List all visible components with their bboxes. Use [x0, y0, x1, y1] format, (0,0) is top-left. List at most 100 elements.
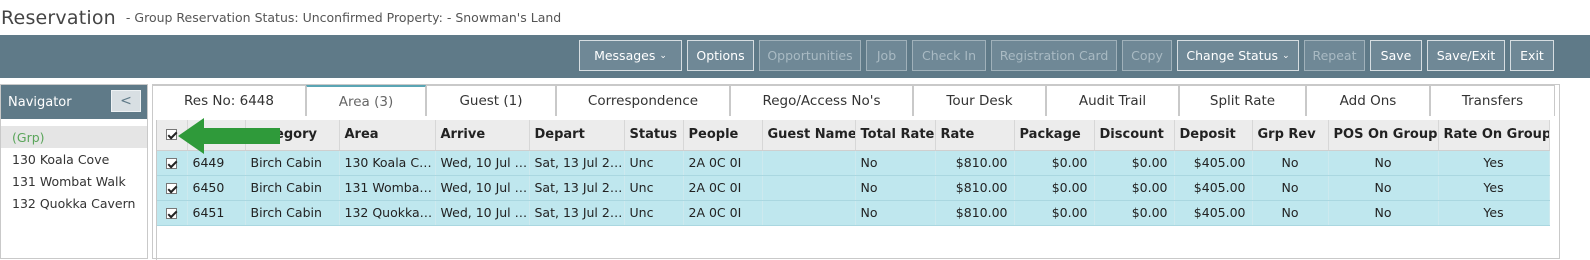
cell-deposit: $405.00 — [1174, 150, 1253, 176]
navigator-panel: Navigator < (Grp) 130 Koala Cove 131 Wom… — [0, 84, 148, 259]
navigator-item-131[interactable]: 131 Wombat Walk — [1, 170, 147, 192]
cell-arrive: Wed, 10 Jul 2019 — [435, 175, 530, 201]
cell-total-rate: No — [855, 200, 936, 226]
tab-transfers[interactable]: Transfers — [1430, 85, 1555, 116]
table-row[interactable]: 6449 Birch Cabin 130 Koala Cove Wed, 10 … — [157, 150, 1550, 176]
navigator-list: (Grp) 130 Koala Cove 131 Wombat Walk 132… — [1, 126, 147, 214]
main-panel: Res No: 6448 Area (3) Guest (1) Correspo… — [152, 84, 1560, 260]
cell-status: Unc — [624, 175, 684, 201]
cell-category: Birch Cabin — [245, 175, 340, 201]
messages-label: Messages — [594, 48, 656, 63]
tab-guest[interactable]: Guest (1) — [426, 85, 556, 116]
checkbox-checked-icon — [166, 208, 178, 219]
cell-rate: $810.00 — [935, 200, 1015, 226]
chevron-down-icon: ⌄ — [659, 50, 667, 61]
cell-res-no: 6450 — [187, 175, 246, 201]
tab-area[interactable]: Area (3) — [306, 85, 426, 116]
cell-grp-rev: No — [1252, 200, 1329, 226]
column-header-guest-name[interactable]: Guest Name — [762, 120, 856, 151]
tab-tour-desk[interactable]: Tour Desk — [913, 85, 1046, 116]
navigator-header: Navigator < — [1, 85, 147, 119]
cell-package: $0.00 — [1014, 150, 1095, 176]
cell-guest-name — [762, 175, 856, 201]
title-row: Reservation - Group Reservation Status: … — [0, 0, 1590, 35]
table-header-row: Category Area Arrive Depart Status Peopl… — [157, 120, 1550, 151]
column-header-grp-rev[interactable]: Grp Rev — [1252, 120, 1329, 151]
row-checkbox[interactable] — [157, 175, 188, 201]
cell-depart: Sat, 13 Jul 2019 — [529, 150, 625, 176]
tab-split-rate[interactable]: Split Rate — [1179, 85, 1306, 116]
cell-depart: Sat, 13 Jul 2019 — [529, 175, 625, 201]
change-status-label: Change Status — [1186, 48, 1279, 63]
cell-guest-name — [762, 200, 856, 226]
options-button[interactable]: Options — [687, 40, 754, 71]
cell-rate: $810.00 — [935, 175, 1015, 201]
collapse-button[interactable]: < — [111, 90, 141, 112]
table-row[interactable]: 6451 Birch Cabin 132 Quokka Cavern Wed, … — [157, 200, 1550, 226]
cell-people: 2A 0C 0I — [683, 200, 763, 226]
cell-depart: Sat, 13 Jul 2019 — [529, 200, 625, 226]
navigator-item-group[interactable]: (Grp) — [1, 126, 147, 148]
checkbox-checked-icon — [166, 183, 178, 194]
repeat-button[interactable]: Repeat — [1304, 40, 1365, 71]
cell-pos-on-group: No — [1328, 150, 1439, 176]
cell-deposit: $405.00 — [1174, 175, 1253, 201]
cell-grp-rev: No — [1252, 150, 1329, 176]
area-table: Category Area Arrive Depart Status Peopl… — [157, 120, 1550, 226]
cell-area: 131 Wombat Walk — [339, 175, 436, 201]
cell-rate-on-group: Yes — [1438, 150, 1550, 176]
cell-rate-on-group: Yes — [1438, 200, 1550, 226]
column-header-total-rate[interactable]: Total Rate — [855, 120, 936, 151]
area-grid: Category Area Arrive Depart Status Peopl… — [156, 120, 1550, 260]
table-row[interactable]: 6450 Birch Cabin 131 Wombat Walk Wed, 10… — [157, 175, 1550, 201]
exit-button[interactable]: Exit — [1510, 40, 1554, 71]
row-checkbox[interactable] — [157, 200, 188, 226]
cell-people: 2A 0C 0I — [683, 150, 763, 176]
registration-card-button[interactable]: Registration Card — [991, 40, 1117, 71]
cell-deposit: $405.00 — [1174, 200, 1253, 226]
column-header-arrive[interactable]: Arrive — [435, 120, 530, 151]
chevron-down-icon: ⌄ — [1282, 50, 1290, 61]
cell-res-no: 6451 — [187, 200, 246, 226]
cell-category: Birch Cabin — [245, 200, 340, 226]
cell-pos-on-group: No — [1328, 175, 1439, 201]
column-header-depart[interactable]: Depart — [529, 120, 625, 151]
checkbox-checked-icon — [166, 158, 178, 169]
tab-res-no[interactable]: Res No: 6448 — [152, 85, 306, 116]
checkbox-checked-icon — [166, 129, 178, 141]
messages-button[interactable]: Messages ⌄ — [579, 40, 682, 71]
cell-discount: $0.00 — [1094, 150, 1175, 176]
column-header-package[interactable]: Package — [1014, 120, 1095, 151]
tab-bar: Res No: 6448 Area (3) Guest (1) Correspo… — [152, 85, 1559, 116]
column-header-discount[interactable]: Discount — [1094, 120, 1175, 151]
tab-add-ons[interactable]: Add Ons — [1306, 85, 1430, 116]
column-header-deposit[interactable]: Deposit — [1174, 120, 1253, 151]
navigator-item-130[interactable]: 130 Koala Cove — [1, 148, 147, 170]
page-subtitle: - Group Reservation Status: Unconfirmed … — [125, 10, 562, 25]
cell-package: $0.00 — [1014, 175, 1095, 201]
navigator-item-132[interactable]: 132 Quokka Cavern — [1, 192, 147, 214]
toolbar: Messages ⌄ Options Opportunities Job Chec… — [0, 35, 1590, 78]
tab-correspondence[interactable]: Correspondence — [556, 85, 730, 116]
column-header-rate[interactable]: Rate — [935, 120, 1015, 151]
job-button[interactable]: Job — [866, 40, 907, 71]
column-header-status[interactable]: Status — [624, 120, 684, 151]
column-header-area[interactable]: Area — [339, 120, 436, 151]
opportunities-button[interactable]: Opportunities — [759, 40, 861, 71]
tab-audit-trail[interactable]: Audit Trail — [1046, 85, 1179, 116]
save-button[interactable]: Save — [1370, 40, 1422, 71]
cell-people: 2A 0C 0I — [683, 175, 763, 201]
save-exit-button[interactable]: Save/Exit — [1427, 40, 1505, 71]
change-status-button[interactable]: Change Status ⌄ — [1177, 40, 1299, 71]
column-header-pos-on-group[interactable]: POS On Group — [1328, 120, 1439, 151]
green-arrow-icon — [178, 118, 280, 154]
chevron-left-icon: < — [120, 93, 132, 109]
column-header-rate-on-group[interactable]: Rate On Group — [1438, 120, 1550, 151]
check-in-button[interactable]: Check In — [912, 40, 986, 71]
tab-rego-access[interactable]: Rego/Access No's — [730, 85, 913, 116]
cell-guest-name — [762, 150, 856, 176]
cell-package: $0.00 — [1014, 200, 1095, 226]
copy-button[interactable]: Copy — [1122, 40, 1172, 71]
column-header-people[interactable]: People — [683, 120, 763, 151]
cell-total-rate: No — [855, 175, 936, 201]
